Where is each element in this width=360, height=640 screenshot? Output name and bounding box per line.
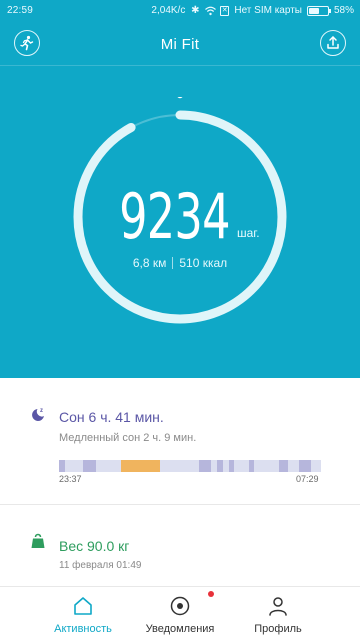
sleep-segment-deep <box>249 460 254 472</box>
sleep-segment-deep <box>299 460 311 472</box>
weight-date: 11 февраля 01:49 <box>59 560 142 571</box>
sleep-end-time: 07:29 <box>296 474 319 484</box>
steps-count: 9234 <box>119 180 230 253</box>
distance-value: 6,8 км <box>132 256 167 270</box>
sleep-segment-deep <box>229 460 234 472</box>
steps-unit: шаг. <box>237 226 260 240</box>
app-screen: 22:59 2,04K/c ✱ ✕ Нет SIM карты 58% Mi F… <box>0 0 360 640</box>
bluetooth-icon: ✱ <box>191 4 200 16</box>
svg-text:z: z <box>40 408 43 414</box>
network-speed: 2,04K/c <box>151 5 186 16</box>
battery-fill <box>308 7 319 14</box>
home-icon <box>74 597 92 615</box>
status-bar: 22:59 2,04K/c ✱ ✕ Нет SIM карты 58% <box>0 0 360 22</box>
activity-summary: 6,8 км 510 ккал <box>0 256 360 270</box>
calories-value: 510 ккал <box>179 256 228 270</box>
status-icons: 2,04K/c ✱ ✕ Нет SIM карты 58% <box>151 5 354 16</box>
weight-title: Вес 90.0 кг <box>59 538 130 554</box>
profile-icon <box>269 597 287 616</box>
activity-header: 22:59 2,04K/c ✱ ✕ Нет SIM карты 58% Mi F… <box>0 0 360 378</box>
summary-divider <box>172 257 174 269</box>
battery-icon <box>306 5 331 16</box>
no-sim-icon: ✕ <box>220 5 230 16</box>
sleep-segment-deep <box>217 460 223 472</box>
sleep-start-time: 23:37 <box>59 474 82 484</box>
sleep-timeline <box>59 460 321 472</box>
sleep-title: Сон 6 ч. 41 мин. <box>59 409 164 425</box>
sleep-segment-deep <box>59 460 65 472</box>
nav-profile[interactable]: Профиль <box>218 587 338 640</box>
ring-goal-marker <box>177 97 183 99</box>
sleep-card[interactable]: z Сон 6 ч. 41 мин. Медленный сон 2 ч. 9 … <box>0 378 360 504</box>
wifi-icon <box>205 6 217 16</box>
sleep-segment-deep <box>199 460 211 472</box>
bottom-navigation: Активность Уведомления Профиль <box>0 587 360 640</box>
header-divider <box>0 65 360 66</box>
weight-card[interactable]: Вес 90.0 кг 11 февраля 01:49 <box>0 505 360 587</box>
sleep-segment-deep <box>279 460 288 472</box>
top-app-bar: Mi Fit <box>0 24 360 64</box>
battery-tip <box>328 8 331 13</box>
status-time: 22:59 <box>7 5 34 16</box>
sleep-segment-awake <box>121 460 160 472</box>
sync-upload-button[interactable] <box>320 30 346 56</box>
weight-icon <box>31 533 45 548</box>
notification-badge <box>208 591 214 597</box>
battery-percent: 58% <box>333 5 354 16</box>
notification-circle-icon <box>170 596 190 616</box>
moon-zz-icon: z <box>32 408 44 421</box>
app-title: Mi Fit <box>160 36 200 53</box>
steps-display: 9234 шаг. <box>0 183 360 251</box>
sleep-subtitle: Медленный сон 2 ч. 9 мин. <box>59 432 197 444</box>
sleep-segment-deep <box>83 460 96 472</box>
upload-icon <box>327 36 339 49</box>
sim-status: Нет SIM карты <box>234 5 302 16</box>
nav-profile-label: Профиль <box>254 623 302 635</box>
